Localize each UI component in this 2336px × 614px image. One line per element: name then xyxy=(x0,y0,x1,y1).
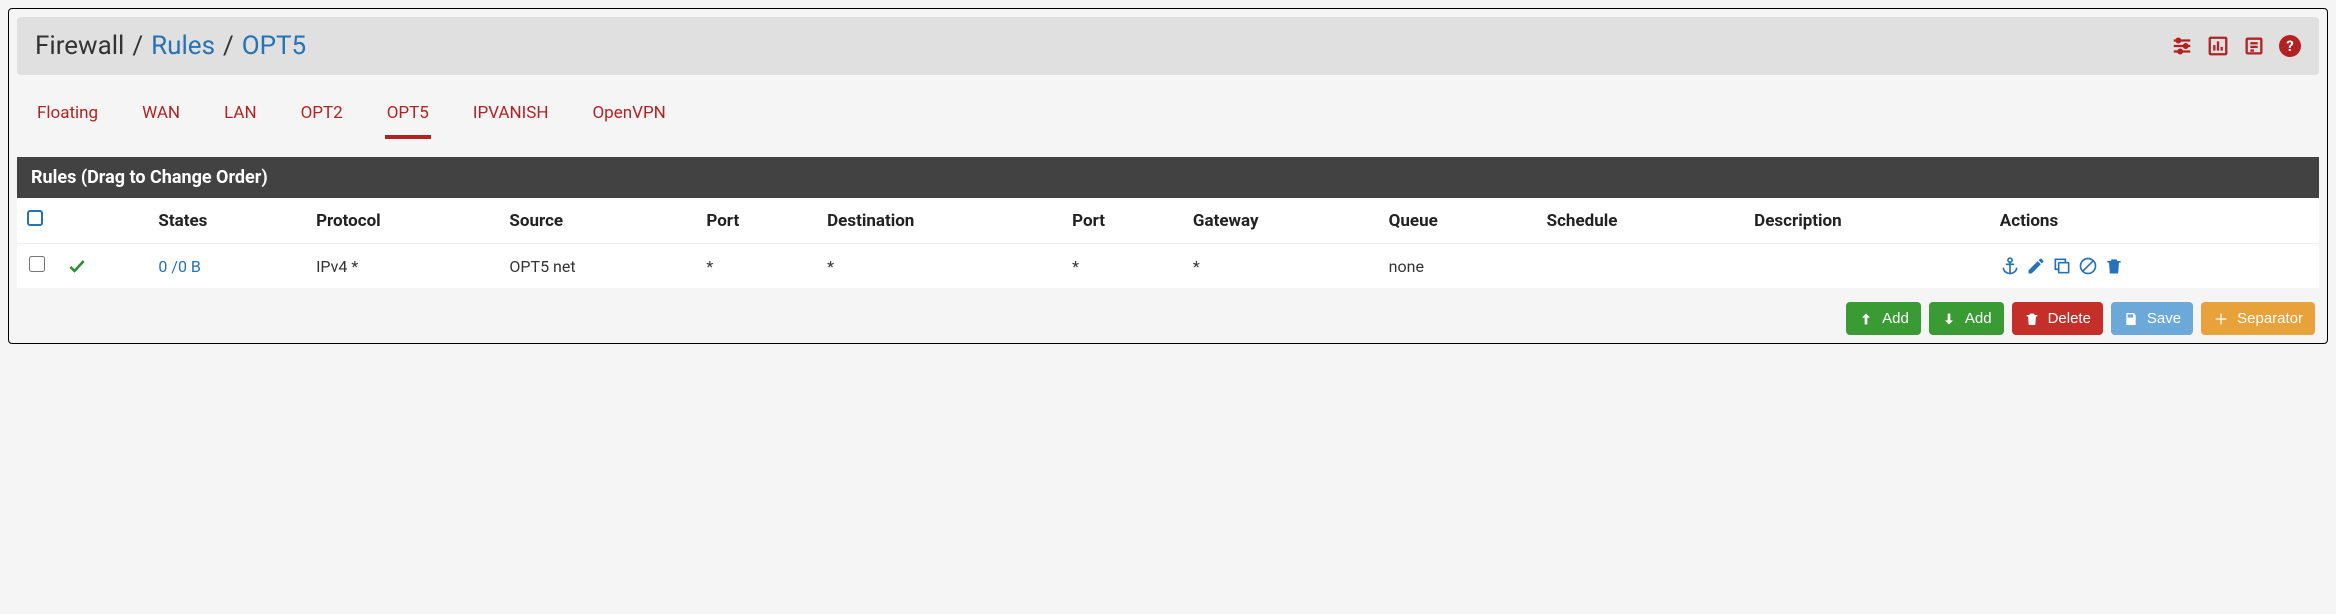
breadcrumb-root: Firewall xyxy=(35,31,124,61)
tab-lan[interactable]: LAN xyxy=(222,93,259,139)
chart-icon[interactable] xyxy=(2207,35,2229,57)
disable-icon[interactable] xyxy=(2078,256,2098,276)
delete-icon[interactable] xyxy=(2104,256,2124,276)
breadcrumb-current[interactable]: OPT5 xyxy=(242,31,306,61)
anchor-icon[interactable] xyxy=(2000,256,2020,276)
select-all-checkbox[interactable] xyxy=(27,210,43,226)
states-link[interactable]: 0 /0 B xyxy=(158,257,201,276)
delete-label: Delete xyxy=(2048,310,2091,327)
rules-table-panel: Rules (Drag to Change Order) States Prot… xyxy=(17,157,2319,288)
interface-tabs: Floating WAN LAN OPT2 OPT5 IPVANISH Open… xyxy=(17,93,2319,139)
col-states: States xyxy=(148,198,306,244)
save-label: Save xyxy=(2147,310,2181,327)
pass-icon xyxy=(67,256,138,276)
col-gateway: Gateway xyxy=(1183,198,1379,244)
firewall-rules-panel: Firewall / Rules / OPT5 ? Floating WAN L… xyxy=(8,8,2328,344)
header-actions: ? xyxy=(2171,35,2301,57)
bottom-button-bar: Add Add Delete Save Separator xyxy=(17,298,2319,335)
cell-queue: none xyxy=(1379,244,1537,289)
col-destination: Destination xyxy=(817,198,1062,244)
page-header: Firewall / Rules / OPT5 ? xyxy=(17,17,2319,75)
cell-port-dst: * xyxy=(1062,244,1183,289)
add-bottom-label: Add xyxy=(1965,310,1992,327)
col-description: Description xyxy=(1744,198,1990,244)
edit-icon[interactable] xyxy=(2026,256,2046,276)
breadcrumb-separator: / xyxy=(132,31,143,61)
col-port-dst: Port xyxy=(1062,198,1183,244)
tab-openvpn[interactable]: OpenVPN xyxy=(590,93,667,139)
copy-icon[interactable] xyxy=(2052,256,2072,276)
col-actions: Actions xyxy=(1990,198,2319,244)
cell-schedule xyxy=(1537,244,1745,289)
tab-floating[interactable]: Floating xyxy=(35,93,100,139)
help-icon[interactable]: ? xyxy=(2279,35,2301,57)
cell-description xyxy=(1744,244,1990,289)
col-schedule: Schedule xyxy=(1537,198,1745,244)
cell-protocol: IPv4 * xyxy=(306,244,499,289)
cell-gateway: * xyxy=(1183,244,1379,289)
sliders-icon[interactable] xyxy=(2171,35,2193,57)
cell-destination: * xyxy=(817,244,1062,289)
separator-label: Separator xyxy=(2237,310,2303,327)
table-row[interactable]: 0 /0 B IPv4 * OPT5 net * * * * none xyxy=(17,244,2319,289)
tab-ipvanish[interactable]: IPVANISH xyxy=(471,93,551,139)
separator-button[interactable]: Separator xyxy=(2201,302,2315,335)
col-queue: Queue xyxy=(1379,198,1537,244)
col-protocol: Protocol xyxy=(306,198,499,244)
breadcrumb-link-rules[interactable]: Rules xyxy=(151,31,215,61)
tab-opt2[interactable]: OPT2 xyxy=(299,93,345,139)
rules-table: States Protocol Source Port Destination … xyxy=(17,198,2319,288)
row-checkbox[interactable] xyxy=(29,256,45,272)
table-header-row: States Protocol Source Port Destination … xyxy=(17,198,2319,244)
log-icon[interactable] xyxy=(2243,35,2265,57)
cell-port-src: * xyxy=(696,244,817,289)
breadcrumb: Firewall / Rules / OPT5 xyxy=(35,31,306,61)
add-top-label: Add xyxy=(1882,310,1909,327)
delete-button[interactable]: Delete xyxy=(2012,302,2103,335)
col-source: Source xyxy=(499,198,696,244)
cell-source: OPT5 net xyxy=(499,244,696,289)
save-button[interactable]: Save xyxy=(2111,302,2193,335)
col-port-src: Port xyxy=(696,198,817,244)
row-actions xyxy=(2000,256,2309,276)
tab-wan[interactable]: WAN xyxy=(140,93,182,139)
tab-opt5[interactable]: OPT5 xyxy=(385,93,431,139)
breadcrumb-separator: / xyxy=(223,31,234,61)
add-top-button[interactable]: Add xyxy=(1846,302,1921,335)
rules-panel-title: Rules (Drag to Change Order) xyxy=(17,157,2319,198)
add-bottom-button[interactable]: Add xyxy=(1929,302,2004,335)
